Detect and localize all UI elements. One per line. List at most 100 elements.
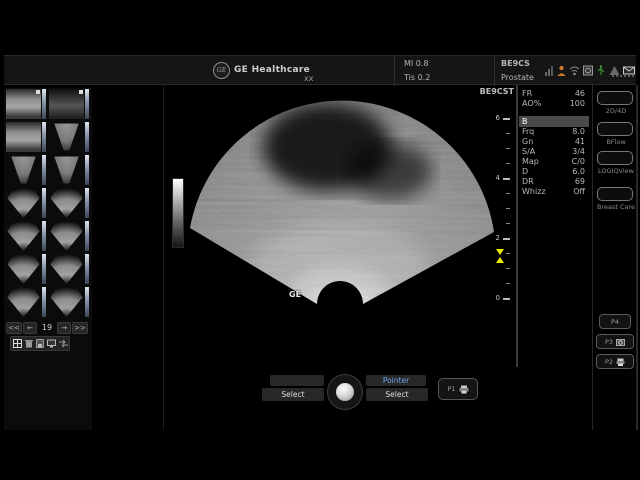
depth-tick-minor	[506, 193, 510, 194]
thumbnail-cell	[5, 220, 48, 253]
ultrasound-image[interactable]	[92, 85, 516, 375]
thumbnail-scale-bar	[42, 122, 46, 152]
thumbnail-pager: << ← 19 → >>	[6, 321, 92, 334]
menu-dots-handle[interactable]	[612, 75, 634, 77]
session-label: xx	[304, 74, 313, 83]
thumbnail-scale-bar	[42, 254, 46, 284]
mode-indicator: B	[519, 116, 589, 127]
thumbnail-cell	[5, 187, 48, 220]
depth-tick-label: 0	[490, 294, 500, 302]
thumbnail[interactable]	[6, 122, 41, 152]
depth-tick-label: 2	[490, 234, 500, 242]
first-page-button[interactable]: <<	[6, 322, 22, 334]
trash-icon[interactable]	[25, 339, 33, 348]
parameter-row: MapC/0	[519, 157, 589, 167]
p3-key[interactable]: P3	[596, 334, 634, 349]
parameter-row: Gn41	[519, 137, 589, 147]
thumbnail[interactable]	[6, 287, 41, 317]
bflow-button[interactable]	[597, 122, 633, 136]
depth-tick	[503, 298, 510, 300]
p2-key[interactable]: P2	[596, 354, 634, 369]
p4-key[interactable]: P4	[599, 314, 631, 329]
thumbnail-scale-bar	[42, 155, 46, 185]
thumbnail-scale-bar	[42, 221, 46, 251]
grid-view-icon[interactable]	[13, 339, 22, 348]
printer-icon	[459, 385, 469, 394]
depth-ruler: 6420	[490, 85, 516, 315]
monitor-icon[interactable]	[47, 339, 56, 348]
thumbnail-scale-bar	[85, 188, 89, 218]
transfer-icon[interactable]	[59, 339, 68, 348]
thumbnail-scale-bar	[85, 155, 89, 185]
signal-icon	[545, 65, 554, 76]
mi-readout: MI 0.8	[404, 59, 429, 68]
thumbnail[interactable]	[6, 155, 41, 185]
clipboard-action-strip	[10, 336, 70, 351]
depth-tick-minor	[506, 133, 510, 134]
thumbnail-cell	[48, 187, 91, 220]
header-bar: GE GE Healthcare xx MI 0.8 Tis 0.2 BE9CS…	[4, 55, 636, 85]
thumbnail-scale-bar	[85, 287, 89, 317]
probe-name: BE9CS	[501, 59, 530, 68]
thumbnail[interactable]	[49, 188, 84, 218]
breast-care-button[interactable]	[597, 187, 633, 201]
depth-tick-label: 6	[490, 114, 500, 122]
thumbnail-selected[interactable]	[49, 287, 84, 317]
thumbnail-cell	[48, 220, 91, 253]
thumbnail-scale-bar	[42, 89, 46, 119]
parameter-row: S/A3/4	[519, 147, 589, 157]
depth-tick	[503, 118, 510, 120]
ge-logo-icon: GE	[213, 62, 230, 79]
depth-tick-minor	[506, 208, 510, 209]
parameter-row: D6.0	[519, 167, 589, 177]
next-page-button[interactable]: →	[57, 322, 71, 334]
b-mode-settings-panel: FR46 AO%100 B Frq8.0Gn41S/A3/4MapC/0D6.0…	[519, 85, 591, 375]
thumbnail[interactable]	[49, 155, 84, 185]
header-divider	[394, 56, 395, 86]
thumbnail[interactable]	[6, 221, 41, 251]
depth-tick-minor	[506, 253, 510, 254]
save-icon[interactable]	[36, 339, 44, 348]
depth-tick-minor	[506, 283, 510, 284]
thumbnail-cell	[5, 121, 48, 154]
thumbnail[interactable]	[6, 188, 41, 218]
logiqview-label: LOGIQView	[594, 167, 638, 175]
thumbnail-scale-bar	[42, 287, 46, 317]
tis-readout: Tis 0.2	[404, 73, 430, 82]
focus-marker-icon[interactable]	[496, 249, 505, 263]
ao-row: AO%100	[519, 99, 589, 109]
logiqview-button[interactable]	[597, 151, 633, 165]
header-divider	[494, 56, 495, 86]
p1-key[interactable]: P1	[438, 378, 478, 400]
upper-left-soft-button[interactable]	[270, 375, 324, 386]
clipboard-sidebar: << ← 19 → >>	[4, 88, 92, 430]
select-right-soft-button[interactable]: Select	[366, 388, 428, 401]
thumbnail[interactable]	[49, 254, 84, 284]
thumbnail[interactable]	[6, 89, 41, 119]
hard-key-column: 2D/4D BFlow LOGIQView Breast Care P4 P3 …	[594, 85, 638, 430]
wifi-icon	[569, 65, 580, 76]
thumbnail-cell	[48, 121, 91, 154]
mode-2d4d-label: 2D/4D	[594, 107, 638, 115]
camera-icon	[616, 338, 625, 346]
thumbnail[interactable]	[49, 122, 84, 152]
last-page-button[interactable]: >>	[72, 322, 88, 334]
mode-2d4d-button[interactable]	[597, 91, 633, 105]
depth-tick	[503, 238, 510, 240]
thumbnail-cell	[48, 286, 91, 319]
select-left-soft-button[interactable]: Select	[262, 388, 324, 401]
grayscale-bar	[172, 178, 184, 248]
thumbnail[interactable]	[49, 221, 84, 251]
parameter-row: WhizzOff	[519, 187, 589, 197]
pointer-soft-button[interactable]: Pointer	[366, 375, 426, 386]
thumbnail-cell	[5, 88, 48, 121]
thumbnail[interactable]	[49, 89, 84, 119]
prev-page-button[interactable]: ←	[23, 322, 37, 334]
thumbnail[interactable]	[6, 254, 41, 284]
thumbnail-scale-bar	[85, 221, 89, 251]
printer-icon	[616, 358, 625, 366]
depth-tick-minor	[506, 148, 510, 149]
preset-name: Prostate	[501, 73, 534, 82]
user-icon	[557, 65, 566, 76]
trackball[interactable]	[327, 374, 363, 410]
